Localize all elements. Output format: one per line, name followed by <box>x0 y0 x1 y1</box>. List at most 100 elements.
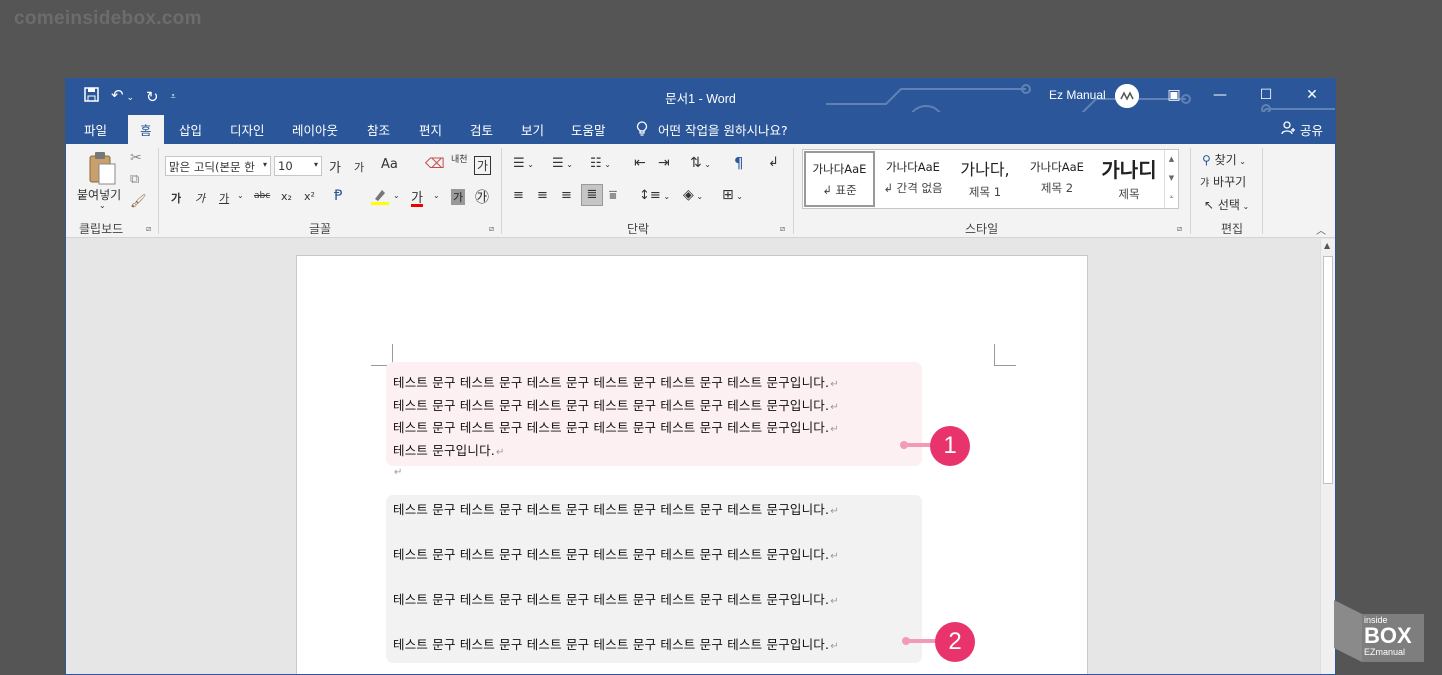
align-left-icon[interactable]: ≡ <box>513 188 524 203</box>
vertical-scrollbar[interactable]: ▲ <box>1320 239 1335 674</box>
paragraph-launcher-icon[interactable]: ⧄ <box>780 224 785 234</box>
paste-icon[interactable] <box>86 150 118 189</box>
cursor-icon: ↖ <box>1204 198 1215 212</box>
tell-me-text: 어떤 작업을 원하시나요? <box>658 123 788 138</box>
paragraph-line[interactable]: 테스트 문구 테스트 문구 테스트 문구 테스트 문구 테스트 문구 테스트 문… <box>393 395 839 414</box>
style-no-spacing[interactable]: 가나다AaE ↲ 간격 없음 <box>877 151 949 207</box>
paragraph-line[interactable]: 테스트 문구 테스트 문구 테스트 문구 테스트 문구 테스트 문구 테스트 문… <box>393 372 839 391</box>
clipboard-launcher-icon[interactable]: ⧄ <box>146 224 151 234</box>
underline-dropdown-icon[interactable]: ⌄ <box>237 191 244 200</box>
collapse-ribbon-icon[interactable]: ︿ <box>1316 222 1326 237</box>
style-normal[interactable]: 가나다AaE ↲ 표준 <box>804 151 875 207</box>
font-color-dropdown-icon[interactable]: ⌄ <box>433 191 440 200</box>
format-painter-icon[interactable]: 🖌 <box>130 194 147 209</box>
insidebox-logo: inside BOX EZmanual <box>1334 600 1424 662</box>
paragraph-line[interactable]: 테스트 문구 테스트 문구 테스트 문구 테스트 문구 테스트 문구 테스트 문… <box>393 417 839 436</box>
cut-icon[interactable]: ✂ <box>130 150 142 166</box>
font-size-combo[interactable]: 10 ▾ <box>274 156 322 176</box>
empty-paragraph[interactable]: ↵ <box>393 463 403 478</box>
user-name[interactable]: Ez Manual <box>1049 88 1106 102</box>
title-bar: ↶ ⌄ ↻ ⩡ 문서1 - Word Ez Manual ▣ — ☐ ✕ <box>66 79 1335 143</box>
superscript-button[interactable]: x² <box>304 190 315 203</box>
tab-mailings[interactable]: 편지 <box>419 120 442 139</box>
clear-formatting-icon[interactable]: ⌫ <box>425 156 445 172</box>
grow-font-button[interactable]: 가 <box>329 157 341 176</box>
decrease-indent-icon[interactable]: ⇤ <box>634 155 646 171</box>
tab-insert[interactable]: 삽입 <box>179 120 202 139</box>
font-color-button[interactable]: 가 <box>411 187 423 206</box>
paste-dropdown-icon[interactable]: ⌄ <box>99 201 106 210</box>
tab-home[interactable]: 홈 <box>128 115 164 144</box>
character-border-button[interactable]: 가 <box>474 156 492 175</box>
tab-help[interactable]: 도움말 <box>571 120 606 139</box>
highlight-icon[interactable] <box>371 187 389 208</box>
paragraph-line[interactable]: 테스트 문구입니다.↵ <box>393 440 505 459</box>
style-heading-1[interactable]: 가나다, 제목 1 <box>949 151 1021 207</box>
italic-button[interactable]: 가 <box>195 190 205 206</box>
phonetic-guide-button[interactable]: 내천 <box>451 156 468 165</box>
logo-line-3: EZmanual <box>1364 647 1406 657</box>
separator <box>1262 148 1263 234</box>
tab-review[interactable]: 검토 <box>470 120 493 139</box>
bold-button[interactable]: 가 <box>171 190 181 206</box>
paragraph-line[interactable]: 테스트 문구 테스트 문구 테스트 문구 테스트 문구 테스트 문구 테스트 문… <box>393 589 839 608</box>
distributed-icon[interactable]: ⩸ <box>609 188 617 203</box>
font-launcher-icon[interactable]: ⧄ <box>489 224 494 234</box>
annotation-badge-1: 1 <box>930 426 970 466</box>
paragraph-line[interactable]: 테스트 문구 테스트 문구 테스트 문구 테스트 문구 테스트 문구 테스트 문… <box>393 634 839 653</box>
numbering-icon[interactable]: ☰ ⌄ <box>552 156 573 171</box>
scroll-thumb[interactable] <box>1323 256 1333 484</box>
group-paragraph-label: 단락 <box>627 222 650 236</box>
tab-layout[interactable]: 레이아웃 <box>292 120 338 139</box>
share-button[interactable]: 공유 <box>1281 120 1323 139</box>
shading-icon[interactable]: ◈ ⌄ <box>683 187 703 203</box>
user-avatar[interactable] <box>1115 84 1139 108</box>
align-right-icon[interactable]: ≡ <box>561 188 572 203</box>
replace-button[interactable]: 갸 바꾸기 <box>1200 173 1246 190</box>
borders-icon[interactable]: ⊞ ⌄ <box>722 187 743 203</box>
character-shading-button[interactable]: 가 <box>451 189 466 205</box>
tab-view[interactable]: 보기 <box>521 120 544 139</box>
font-name-combo[interactable]: 맑은 고딕(본문 한 ▾ <box>165 156 271 176</box>
paragraph-line[interactable]: 테스트 문구 테스트 문구 테스트 문구 테스트 문구 테스트 문구 테스트 문… <box>393 499 839 518</box>
text-effects-icon[interactable]: Ᵽ <box>334 188 342 204</box>
sort-icon[interactable]: ⇅ ⌄ <box>690 155 711 171</box>
multilevel-list-icon[interactable]: ☷ ⌄ <box>590 156 611 171</box>
maximize-button[interactable]: ☐ <box>1243 79 1289 112</box>
style-title[interactable]: 가나디 제목 <box>1093 151 1165 207</box>
tab-design[interactable]: 디자인 <box>230 120 265 139</box>
document-page[interactable]: 테스트 문구 테스트 문구 테스트 문구 테스트 문구 테스트 문구 테스트 문… <box>296 255 1088 674</box>
tab-file[interactable]: 파일 <box>84 120 107 139</box>
line-spacing-icon[interactable]: ↕≡ ⌄ <box>639 188 670 203</box>
minimize-button[interactable]: — <box>1197 79 1243 112</box>
separator <box>793 148 794 234</box>
rtl-icon[interactable]: ↲ <box>768 155 779 170</box>
ribbon-display-icon[interactable]: ▣ <box>1151 79 1197 112</box>
scroll-up-icon[interactable]: ▲ <box>1324 241 1330 250</box>
tab-references[interactable]: 참조 <box>367 120 390 139</box>
increase-indent-icon[interactable]: ⇥ <box>658 155 670 171</box>
show-marks-icon[interactable]: ¶ <box>734 154 744 172</box>
tell-me-box[interactable]: 어떤 작업을 원하시나요? <box>636 120 788 139</box>
subscript-button[interactable]: x₂ <box>281 190 292 203</box>
shrink-font-button[interactable]: 가 <box>354 159 364 175</box>
styles-launcher-icon[interactable]: ⧄ <box>1177 224 1182 234</box>
close-button[interactable]: ✕ <box>1289 79 1335 112</box>
enclose-characters-button[interactable]: ㉮ <box>475 187 489 207</box>
style-heading-2[interactable]: 가나다AaE 제목 2 <box>1021 151 1093 207</box>
find-button[interactable]: ⚲ 찾기 ⌄ <box>1202 151 1246 168</box>
bullets-icon[interactable]: ☰ ⌄ <box>513 156 534 171</box>
change-case-button[interactable]: Aa <box>381 157 398 172</box>
strikethrough-button[interactable]: abc <box>254 191 270 201</box>
select-button[interactable]: ↖ 선택 ⌄ <box>1204 196 1249 213</box>
align-center-icon[interactable]: ≡ <box>537 188 548 203</box>
paragraph-line[interactable]: 테스트 문구 테스트 문구 테스트 문구 테스트 문구 테스트 문구 테스트 문… <box>393 544 839 563</box>
document-area: 테스트 문구 테스트 문구 테스트 문구 테스트 문구 테스트 문구 테스트 문… <box>66 239 1320 674</box>
crop-mark-top-right <box>994 344 1016 366</box>
styles-scroll[interactable]: ▲ ▼ ⩡ <box>1164 150 1178 208</box>
underline-button[interactable]: 가 <box>219 190 229 206</box>
justify-icon[interactable]: ≣ <box>581 184 603 206</box>
separator <box>158 148 159 234</box>
copy-icon[interactable]: ⧉ <box>130 172 139 187</box>
highlight-dropdown-icon[interactable]: ⌄ <box>393 191 400 200</box>
